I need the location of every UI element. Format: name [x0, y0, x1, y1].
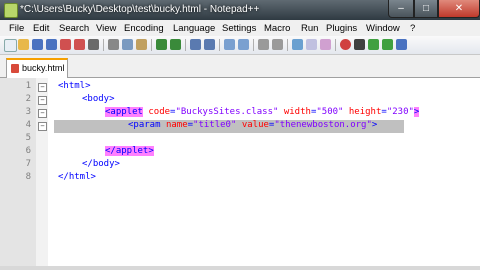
- save-all-icon[interactable]: [46, 39, 57, 50]
- sync-h-icon[interactable]: [272, 39, 283, 50]
- menu-edit[interactable]: Edit: [33, 23, 49, 34]
- menu-file[interactable]: File: [9, 23, 24, 34]
- cut-icon[interactable]: [108, 39, 119, 50]
- menu-window[interactable]: Window: [366, 23, 400, 34]
- window-title: *C:\Users\Bucky\Desktop\test\bucky.html …: [20, 4, 260, 15]
- fold-toggle-icon[interactable]: −: [38, 109, 47, 118]
- find-icon[interactable]: [190, 39, 201, 50]
- line-number: 1: [25, 81, 31, 91]
- attr-value: "thenewboston.org": [274, 120, 372, 130]
- menu-search[interactable]: Search: [59, 23, 89, 34]
- attr-name: height: [348, 107, 382, 117]
- show-all-icon[interactable]: [306, 39, 317, 50]
- menu-encoding[interactable]: Encoding: [124, 23, 164, 34]
- code-line: 5: [0, 133, 480, 146]
- menu-macro[interactable]: Macro: [264, 23, 290, 34]
- applet-open-tag: <applet: [105, 107, 143, 117]
- fold-toggle-icon[interactable]: −: [38, 96, 47, 105]
- word-wrap-icon[interactable]: [292, 39, 303, 50]
- toolbar: [0, 36, 480, 55]
- tab-bar: bucky.html: [0, 55, 480, 78]
- line-number: 7: [25, 159, 31, 169]
- body-open-tag: <body>: [82, 94, 115, 104]
- record-macro-icon[interactable]: [340, 39, 351, 50]
- attr-value: "BuckysSites.class": [175, 107, 279, 117]
- run-macro-icon[interactable]: [382, 39, 393, 50]
- tab-bucky-html[interactable]: bucky.html: [6, 58, 68, 78]
- line-number: 8: [25, 172, 31, 182]
- param-open-tag: <param: [128, 120, 161, 130]
- sync-v-icon[interactable]: [258, 39, 269, 50]
- print-icon[interactable]: [88, 39, 99, 50]
- attr-value: "230": [386, 107, 414, 117]
- window-controls: – □ ✕: [388, 0, 480, 18]
- paste-icon[interactable]: [136, 39, 147, 50]
- html-close-tag: </html>: [58, 172, 96, 182]
- close-all-icon[interactable]: [74, 39, 85, 50]
- play-macro-icon[interactable]: [368, 39, 379, 50]
- line-number: 5: [25, 133, 31, 143]
- replace-icon[interactable]: [204, 39, 215, 50]
- zoom-in-icon[interactable]: [224, 39, 235, 50]
- line-number: 4: [25, 120, 31, 130]
- code-line: 7 </body>: [0, 159, 480, 172]
- line-number: 2: [25, 94, 31, 104]
- close-icon[interactable]: [60, 39, 71, 50]
- new-file-icon[interactable]: [4, 39, 17, 52]
- attr-name: width: [283, 107, 311, 117]
- save-icon[interactable]: [32, 39, 43, 50]
- line-number: 3: [25, 107, 31, 117]
- attr-name: code: [148, 107, 171, 117]
- attr-value: "500": [316, 107, 344, 117]
- unsaved-file-icon: [11, 64, 19, 73]
- save-macro-icon[interactable]: [396, 39, 407, 50]
- indent-guide-icon[interactable]: [320, 39, 331, 50]
- tab-label: bucky.html: [22, 63, 65, 73]
- title-bar: *C:\Users\Bucky\Desktop\test\bucky.html …: [0, 0, 480, 20]
- code-line: 4 − <param name="title0" value="thenewbo…: [0, 120, 480, 133]
- fold-toggle-icon[interactable]: −: [38, 122, 47, 131]
- open-file-icon[interactable]: [18, 39, 29, 50]
- redo-icon[interactable]: [170, 39, 181, 50]
- copy-icon[interactable]: [122, 39, 133, 50]
- stop-macro-icon[interactable]: [354, 39, 365, 50]
- menu-help[interactable]: ?: [410, 23, 415, 34]
- code-line: 1 − <html>: [0, 81, 480, 94]
- editor[interactable]: 1 − <html> 2 − <body> 3 − <applet code="…: [0, 78, 480, 270]
- notepad-plus-plus-icon: [4, 3, 18, 18]
- menu-view[interactable]: View: [96, 23, 116, 34]
- undo-icon[interactable]: [156, 39, 167, 50]
- close-button[interactable]: ✕: [438, 0, 480, 18]
- zoom-out-icon[interactable]: [238, 39, 249, 50]
- line-number: 6: [25, 146, 31, 156]
- applet-close-tag: </applet>: [105, 146, 154, 156]
- code-line: 6 </applet>: [0, 146, 480, 159]
- menu-plugins[interactable]: Plugins: [326, 23, 357, 34]
- param-tag-close: >: [371, 120, 378, 130]
- attr-value: "title0": [193, 120, 237, 130]
- menu-settings[interactable]: Settings: [222, 23, 256, 34]
- attr-name: value: [241, 120, 269, 130]
- menu-language[interactable]: Language: [173, 23, 215, 34]
- body-close-tag: </body>: [82, 159, 120, 169]
- status-bar: [0, 266, 480, 270]
- maximize-button[interactable]: □: [414, 0, 438, 18]
- code-line: 2 − <body>: [0, 94, 480, 107]
- minimize-button[interactable]: –: [388, 0, 414, 18]
- fold-toggle-icon[interactable]: −: [38, 83, 47, 92]
- applet-tag-close: >: [413, 107, 420, 117]
- menu-run[interactable]: Run: [301, 23, 318, 34]
- menu-bar: File Edit Search View Encoding Language …: [0, 20, 480, 36]
- html-open-tag: <html>: [58, 81, 91, 91]
- code-line: 3 − <applet code="BuckysSites.class" wid…: [0, 107, 480, 120]
- attr-name: name: [165, 120, 188, 130]
- code-line: 8 </html>: [0, 172, 480, 185]
